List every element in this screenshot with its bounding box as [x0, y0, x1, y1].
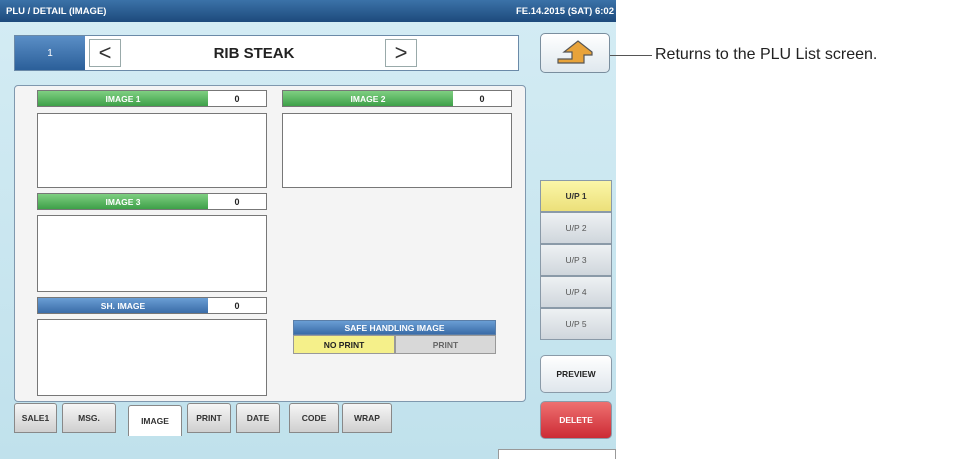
- return-button[interactable]: [540, 33, 610, 73]
- return-button-callout: Returns to the PLU List screen.: [655, 46, 878, 63]
- image3-header[interactable]: IMAGE 3 0: [37, 193, 267, 210]
- image1-header[interactable]: IMAGE 1 0: [37, 90, 267, 107]
- print-option[interactable]: PRINT: [395, 335, 496, 354]
- tab-sale1[interactable]: SALE1: [14, 403, 57, 433]
- title-bar: PLU / DETAIL (IMAGE) FE.14.2015 (SAT) 6:…: [0, 0, 616, 22]
- plu-navigation-bar: 1 < RIB STEAK >: [14, 35, 519, 71]
- safe-handling-title: SAFE HANDLING IMAGE: [293, 320, 496, 335]
- image2-value[interactable]: 0: [453, 91, 511, 106]
- datetime: FE.14.2015 (SAT) 6:02: [515, 6, 614, 17]
- sh-image-label: SH. IMAGE: [38, 298, 208, 313]
- image2-label: IMAGE 2: [283, 91, 453, 106]
- screen-title: PLU / DETAIL (IMAGE): [6, 6, 107, 17]
- delete-button[interactable]: DELETE: [540, 401, 612, 439]
- previous-plu-button[interactable]: <: [89, 39, 121, 67]
- plu-name: RIB STEAK: [213, 44, 295, 62]
- unit-price-5-button[interactable]: U/P 5: [540, 308, 612, 340]
- return-arrow-icon: [557, 40, 593, 64]
- sh-image-value[interactable]: 0: [208, 298, 266, 313]
- image3-preview: [37, 215, 267, 292]
- tab-msg[interactable]: MSG.: [62, 403, 116, 433]
- sh-image-preview: [37, 319, 267, 396]
- tab-wrap[interactable]: WRAP: [342, 403, 392, 433]
- plu-detail-screen: PLU / DETAIL (IMAGE) FE.14.2015 (SAT) 6:…: [0, 0, 616, 459]
- tab-date[interactable]: DATE: [236, 403, 280, 433]
- safe-handling-panel: SAFE HANDLING IMAGE NO PRINT PRINT: [293, 320, 496, 363]
- image1-label: IMAGE 1: [38, 91, 208, 106]
- image1-value[interactable]: 0: [208, 91, 266, 106]
- sh-image-header[interactable]: SH. IMAGE 0: [37, 297, 267, 314]
- plu-number[interactable]: 1: [15, 36, 85, 70]
- unit-price-1-button[interactable]: U/P 1: [540, 180, 612, 212]
- image3-label: IMAGE 3: [38, 194, 208, 209]
- image2-preview: [282, 113, 512, 188]
- tab-code[interactable]: CODE: [289, 403, 339, 433]
- callout-leader-line: [610, 55, 652, 56]
- image1-preview: [37, 113, 267, 188]
- unit-price-4-button[interactable]: U/P 4: [540, 276, 612, 308]
- unit-price-3-button[interactable]: U/P 3: [540, 244, 612, 276]
- preview-button[interactable]: PREVIEW: [540, 355, 612, 393]
- status-field: [498, 449, 616, 459]
- tab-image[interactable]: IMAGE: [128, 405, 182, 436]
- next-plu-button[interactable]: >: [385, 39, 417, 67]
- no-print-option[interactable]: NO PRINT: [293, 335, 395, 354]
- image3-value[interactable]: 0: [208, 194, 266, 209]
- tab-print[interactable]: PRINT: [187, 403, 231, 433]
- unit-price-2-button[interactable]: U/P 2: [540, 212, 612, 244]
- image2-header[interactable]: IMAGE 2 0: [282, 90, 512, 107]
